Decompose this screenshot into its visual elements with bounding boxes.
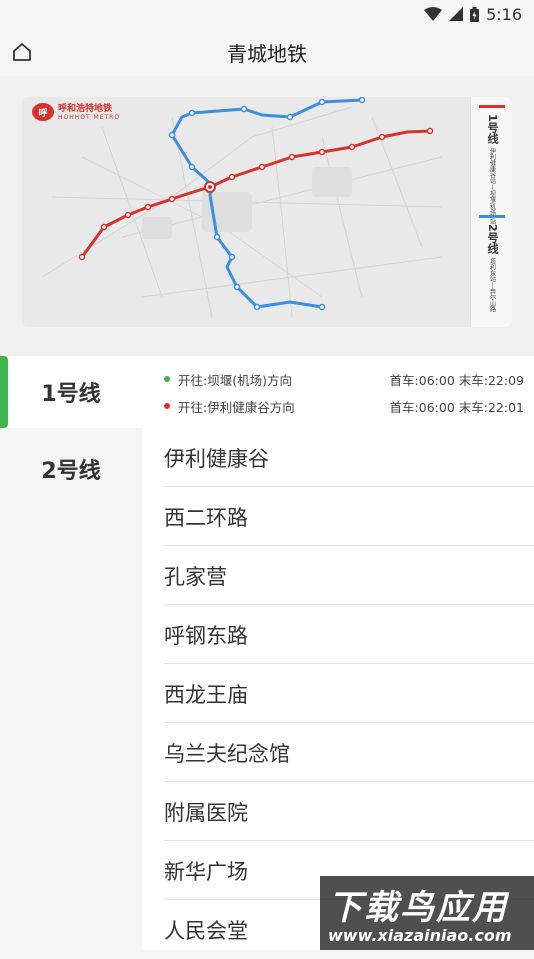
- battery-icon: [470, 6, 480, 22]
- legend-line-1-swatch: [479, 105, 505, 108]
- map-section: 呼 呼和浩特地铁 HOHHOT METRO 1号线 伊利健康谷站—坝堰(机场)站…: [0, 76, 534, 356]
- legend-line-1: 1号线 伊利健康谷站—坝堰(机场)站: [477, 105, 507, 224]
- watermark-url: www.xiazainiao.com: [328, 926, 512, 945]
- watermark-main: 下载鸟应用: [328, 888, 508, 928]
- direction-dot-red: [164, 403, 170, 409]
- station-item[interactable]: 附属医院: [142, 782, 534, 841]
- status-bar: 5:16: [0, 0, 534, 28]
- station-list: 伊利健康谷 西二环路 孔家营 呼钢东路 西龙王庙 乌兰夫纪念馆 附属医院 新华广…: [142, 428, 534, 950]
- direction-row: 开往:伊利健康谷方向 首车:06:00 末车:22:01: [164, 396, 524, 416]
- map-legend: 1号线 伊利健康谷站—坝堰(机场)站 2号线 塔利东站—奔尔山路: [470, 97, 512, 327]
- station-item[interactable]: 孔家营: [142, 546, 534, 605]
- station-item[interactable]: 乌兰夫纪念馆: [142, 723, 534, 782]
- line-nav: 1号线 2号线: [0, 356, 142, 950]
- home-icon: [13, 43, 31, 61]
- legend-line-2-swatch: [479, 215, 505, 218]
- legend-line-2-label: 2号线: [486, 224, 499, 254]
- direction-schedule: 首车:06:00 末车:22:01: [389, 399, 524, 415]
- status-time: 5:16: [486, 4, 522, 24]
- line-content: 1号线 2号线 开往:坝堰(机场)方向 首车:06:00 末车:22:09 开往…: [0, 356, 534, 950]
- direction-schedule: 首车:06:00 末车:22:09: [389, 372, 524, 388]
- legend-line-2-route: 塔利东站—奔尔山路: [488, 257, 496, 312]
- legend-line-1-route: 伊利健康谷站—坝堰(机场)站: [488, 147, 496, 225]
- home-button[interactable]: [8, 38, 36, 66]
- direction-info: 开往:坝堰(机场)方向 首车:06:00 末车:22:09 开往:伊利健康谷方向…: [142, 356, 534, 428]
- legend-line-2: 2号线 塔利东站—奔尔山路: [477, 215, 507, 312]
- station-item[interactable]: 呼钢东路: [142, 605, 534, 664]
- wifi-icon: [424, 7, 443, 21]
- metro-logo-cn: 呼和浩特地铁: [58, 103, 113, 114]
- app-bar: 青城地铁: [0, 28, 534, 76]
- direction-dot-green: [164, 376, 170, 382]
- station-item[interactable]: 伊利健康谷: [142, 428, 534, 487]
- direction-text: 开往:坝堰(机场)方向: [178, 372, 292, 388]
- direction-row: 开往:坝堰(机场)方向 首车:06:00 末车:22:09: [164, 369, 524, 389]
- metro-logo: 呼 呼和浩特地铁 HOHHOT METRO: [32, 103, 120, 121]
- nav-line-2[interactable]: 2号线: [0, 432, 142, 506]
- station-item[interactable]: 西二环路: [142, 487, 534, 546]
- watermark: 下载鸟应用 www.xiazainiao.com: [320, 876, 534, 950]
- line-2-path: [170, 98, 363, 309]
- metro-map[interactable]: 呼 呼和浩特地铁 HOHHOT METRO 1号线 伊利健康谷站—坝堰(机场)站…: [22, 97, 512, 327]
- direction-text: 开往:伊利健康谷方向: [178, 399, 295, 415]
- nav-line-1[interactable]: 1号线: [0, 356, 142, 428]
- legend-line-1-label: 1号线: [486, 114, 499, 144]
- station-item[interactable]: 西龙王庙: [142, 664, 534, 723]
- line-1-path: [80, 129, 431, 258]
- signal-icon: [449, 7, 464, 21]
- page-title: 青城地铁: [227, 41, 307, 66]
- map-canvas: [41, 97, 443, 318]
- metro-logo-mark: 呼: [32, 103, 54, 121]
- metro-logo-en: HOHHOT METRO: [58, 113, 121, 121]
